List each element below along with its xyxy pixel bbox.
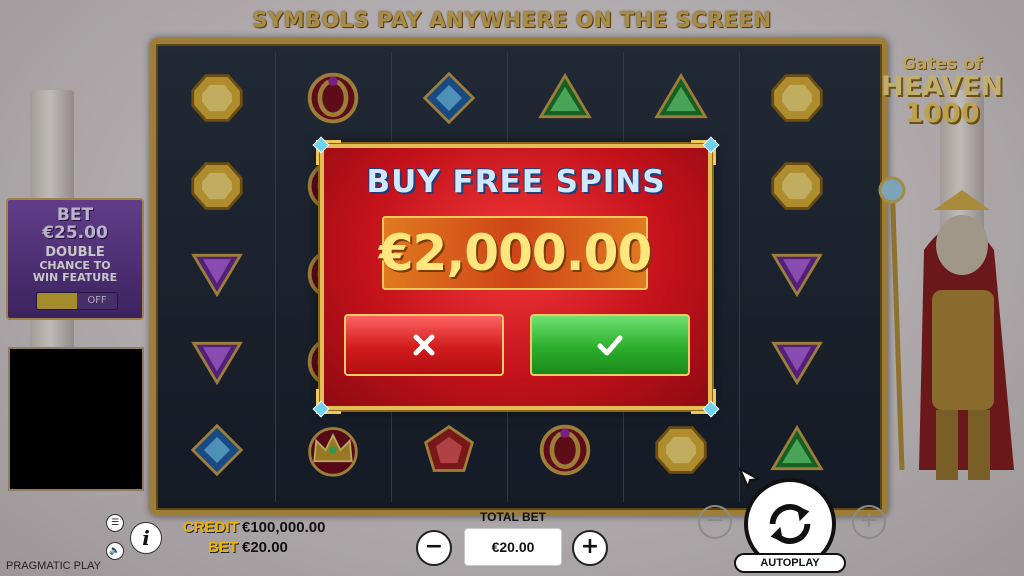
sound-icon[interactable]: 🔈 <box>106 542 124 560</box>
increase-bet-button[interactable]: + <box>572 530 608 566</box>
price-value: €2,000.00 <box>378 224 653 282</box>
menu-icon[interactable]: ☰ <box>106 514 124 532</box>
total-bet-value: €20.00 <box>464 528 562 566</box>
pointer-arrow-icon <box>738 467 760 489</box>
buy-free-spins-dialog: BUY FREE SPINS €2,000.00 <box>312 136 720 418</box>
info-button[interactable]: i <box>130 522 162 554</box>
bet-label: BET <box>208 539 238 556</box>
total-bet-label: TOTAL BET <box>480 510 546 524</box>
credit-value: €100,000.00 <box>242 519 326 536</box>
decrease-bet-button[interactable]: − <box>416 530 452 566</box>
checkmark-icon <box>597 335 623 356</box>
bet-value: €20.00 <box>242 539 288 556</box>
credit-label: CREDIT <box>183 519 239 536</box>
spin-plus-button[interactable]: + <box>852 505 886 539</box>
autoplay-button[interactable]: AUTOPLAY <box>734 553 846 573</box>
dialog-title: BUY FREE SPINS <box>366 164 666 200</box>
spin-arrows-icon <box>769 504 811 544</box>
cancel-button[interactable] <box>344 314 504 376</box>
provider-name: PRAGMATIC PLAY <box>6 560 101 572</box>
close-icon <box>413 334 435 356</box>
confirm-button[interactable] <box>530 314 690 376</box>
spin-minus-button[interactable]: − <box>698 505 732 539</box>
price-display: €2,000.00 <box>379 216 652 290</box>
